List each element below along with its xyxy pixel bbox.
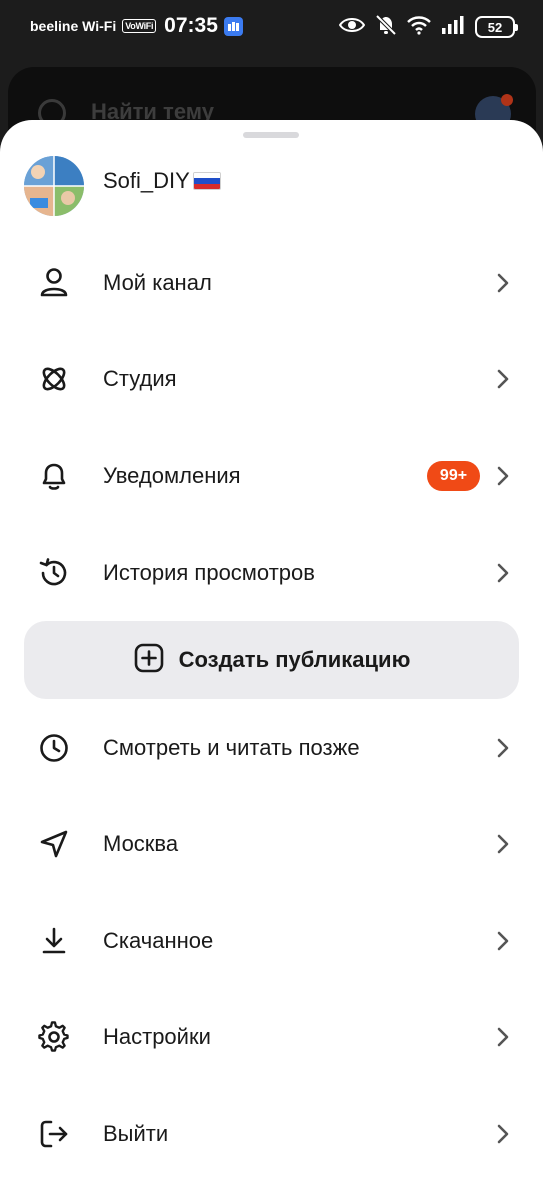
- username: Sofi_DIY: [103, 168, 221, 194]
- menu-item-my-channel[interactable]: Мой канал: [0, 243, 543, 323]
- chevron-right-icon: [495, 929, 511, 953]
- avatar[interactable]: [24, 156, 84, 216]
- status-left: beeline Wi-Fi VoWiFi 07:35: [30, 14, 243, 38]
- location-arrow-icon: [37, 827, 71, 861]
- wifi-icon: [407, 15, 431, 39]
- orbit-icon: [37, 362, 71, 396]
- menu-item-downloads[interactable]: Скачанное: [0, 901, 543, 981]
- menu-item-label: Выйти: [103, 1121, 169, 1146]
- history-icon: [37, 556, 71, 590]
- status-bar: beeline Wi-Fi VoWiFi 07:35 52: [0, 0, 543, 60]
- menu-item-label: Мой канал: [103, 270, 212, 295]
- menu-item-settings[interactable]: Настройки: [0, 997, 543, 1077]
- notification-count-badge: 99+: [427, 461, 480, 491]
- eye-icon: [338, 16, 366, 38]
- chevron-right-icon: [495, 736, 511, 760]
- chevron-right-icon: [495, 464, 511, 488]
- menu-item-label: История просмотров: [103, 560, 315, 585]
- menu-item-logout[interactable]: Выйти: [0, 1094, 543, 1174]
- chevron-right-icon: [495, 1122, 511, 1146]
- russia-flag-icon: [192, 172, 221, 190]
- menu-item-history[interactable]: История просмотров: [0, 533, 543, 613]
- vowifi-badge: VoWiFi: [122, 19, 157, 33]
- create-publication-label: Создать публикацию: [178, 647, 411, 672]
- menu-item-label: Уведомления: [103, 463, 241, 488]
- battery-icon: 52: [475, 16, 518, 38]
- menu-item-label: Смотреть и читать позже: [103, 735, 360, 760]
- menu-item-notifications[interactable]: Уведомления 99+: [0, 436, 543, 516]
- menu-item-label: Москва: [103, 831, 179, 856]
- person-icon: [37, 266, 71, 300]
- chevron-right-icon: [495, 271, 511, 295]
- chevron-right-icon: [495, 832, 511, 856]
- status-right: 52: [338, 14, 518, 40]
- menu-item-label: Скачанное: [103, 928, 214, 953]
- signal-icon: [441, 15, 465, 39]
- plus-square-icon: [133, 642, 165, 678]
- menu-item-watch-later[interactable]: Смотреть и читать позже: [0, 708, 543, 788]
- gear-icon: [37, 1020, 71, 1054]
- profile-header[interactable]: Sofi_DIY: [24, 156, 221, 216]
- app-notification-icon: [223, 16, 243, 36]
- username-text: Sofi_DIY: [103, 168, 190, 193]
- menu-item-location[interactable]: Москва: [0, 804, 543, 884]
- menu-item-studio[interactable]: Студия: [0, 339, 543, 419]
- clock: 07:35: [164, 14, 218, 37]
- logout-icon: [37, 1117, 71, 1151]
- chevron-right-icon: [495, 561, 511, 585]
- profile-menu-sheet: Sofi_DIY Мой канал Студия Уведомления 99…: [0, 120, 543, 1200]
- bell-off-icon: [375, 14, 397, 40]
- menu-item-label: Настройки: [103, 1024, 211, 1049]
- background-notification-dot: [501, 94, 513, 106]
- carrier-label: beeline Wi-Fi: [30, 18, 117, 34]
- chevron-right-icon: [495, 1025, 511, 1049]
- sheet-grabber[interactable]: [243, 132, 299, 138]
- chevron-right-icon: [495, 367, 511, 391]
- download-icon: [37, 924, 71, 958]
- create-publication-button[interactable]: Создать публикацию: [24, 621, 519, 699]
- clock-icon: [37, 731, 71, 765]
- menu-item-label: Студия: [103, 366, 177, 391]
- bell-icon: [37, 459, 71, 493]
